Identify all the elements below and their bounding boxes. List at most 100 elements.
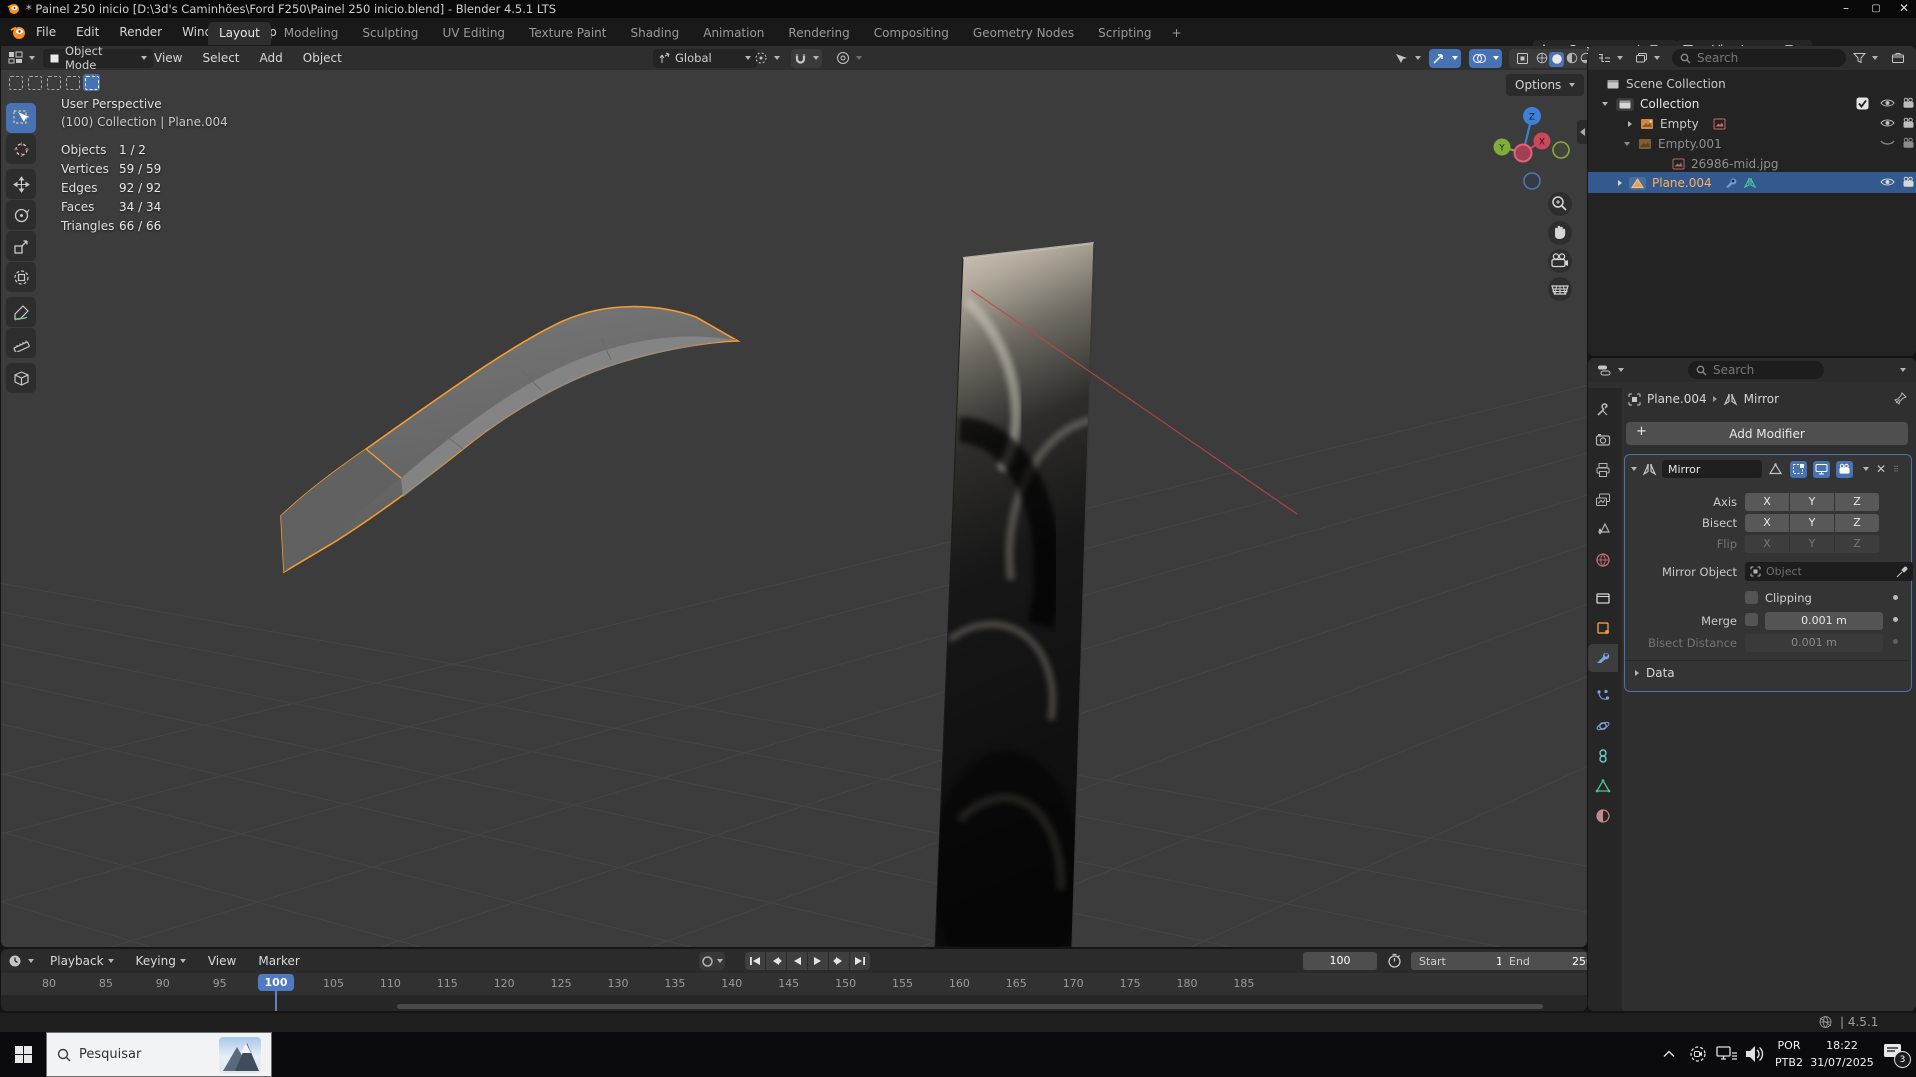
transform-tool[interactable] (6, 262, 36, 292)
workspace-tab-sculpting[interactable]: Sculpting (351, 22, 429, 45)
timeline-scrollbar[interactable] (397, 1004, 1543, 1009)
show-in-viewport-toggle[interactable] (1813, 460, 1830, 478)
select-box-tool[interactable] (6, 103, 36, 133)
breadcrumb-object[interactable]: Plane.004 (1647, 392, 1707, 406)
viewport-menu-add[interactable]: Add (257, 51, 286, 65)
plane004-render-camera-icon[interactable] (1902, 176, 1915, 188)
editor-type-button[interactable] (5, 48, 38, 67)
toggle-xray-button[interactable] (1509, 48, 1535, 68)
jump-to-prev-keyframe-button[interactable] (766, 952, 786, 970)
workspace-tab-geometry-nodes[interactable]: Geometry Nodes (962, 22, 1085, 45)
plane004-expand-icon[interactable] (1618, 180, 1622, 186)
properties-tab-modifiers[interactable] (1588, 644, 1618, 672)
transform-orientation-dropdown[interactable]: Global (653, 48, 757, 68)
frame-start-field[interactable]: Start 1 (1411, 952, 1511, 970)
current-frame-field[interactable]: 100 (1303, 952, 1377, 970)
outliner-search-input[interactable]: Search (1672, 49, 1846, 67)
mirror-bisect-z-button[interactable]: Z (1835, 514, 1879, 532)
shading-solid-button[interactable] (1549, 51, 1564, 67)
outliner-row-plane004[interactable]: Plane.004 (1596, 173, 1916, 193)
properties-tab-physics[interactable] (1588, 712, 1618, 740)
jump-to-next-keyframe-button[interactable] (829, 952, 849, 970)
collection-expand-icon[interactable] (1602, 102, 1608, 106)
proportional-editing-dropdown[interactable] (833, 49, 865, 68)
annotate-tool[interactable] (6, 297, 36, 327)
timeline-ruler[interactable]: 80 85 90 95 105 110 115 120 125 130 135 140 145 150 15… (1, 973, 1587, 995)
mirror-axis-y-button[interactable]: Y (1790, 493, 1834, 511)
collection-render-camera-icon[interactable] (1902, 97, 1915, 109)
mirror-object-field[interactable]: Object (1745, 562, 1913, 581)
auto-keying-dropdown[interactable] (717, 959, 723, 963)
tray-meet-now-icon[interactable] (1688, 1044, 1708, 1064)
gizmo-center[interactable] (1513, 143, 1533, 163)
add-workspace-button[interactable]: + (1165, 22, 1189, 45)
start-button[interactable] (0, 1032, 46, 1077)
select-mode-extend-icon[interactable] (26, 74, 43, 91)
empty-render-camera-icon[interactable] (1902, 117, 1915, 129)
properties-tab-scene[interactable] (1588, 516, 1618, 544)
outliner-row-image-data[interactable]: 26986-mid.jpg (1596, 154, 1916, 174)
workspace-tab-scripting[interactable]: Scripting (1087, 22, 1162, 45)
jump-to-start-button[interactable] (745, 952, 765, 970)
properties-tab-data[interactable] (1588, 772, 1618, 800)
show-gizmo-dropdown[interactable] (1429, 48, 1461, 68)
empty001-expand-icon[interactable] (1624, 142, 1630, 146)
topbar-menu-render[interactable]: Render (113, 23, 168, 41)
add-cube-tool[interactable] (6, 363, 36, 393)
workspace-tab-modeling[interactable]: Modeling (273, 22, 350, 45)
camera-view-icon[interactable] (1548, 249, 1572, 273)
properties-tab-output[interactable] (1588, 456, 1618, 484)
properties-options-chevron[interactable] (1900, 368, 1906, 372)
viewport-menu-view[interactable]: View (151, 51, 185, 65)
bing-daily-image[interactable] (219, 1036, 261, 1073)
workspace-tab-texture-paint[interactable]: Texture Paint (518, 22, 617, 45)
outliner-filter-display-dropdown[interactable] (1632, 49, 1663, 68)
clipping-decorator-dot[interactable] (1893, 595, 1898, 600)
properties-search-input[interactable]: Search (1688, 361, 1824, 379)
show-in-render-toggle[interactable] (1836, 460, 1853, 478)
select-mode-intersect-icon[interactable] (83, 74, 100, 91)
clipping-checkbox[interactable] (1745, 591, 1758, 604)
timeline-menu-playback[interactable]: Playback (47, 954, 117, 968)
sidebar-collapse-arrow[interactable] (1577, 120, 1587, 144)
cursor-tool[interactable] (6, 134, 36, 164)
object-visibility-dropdown[interactable] (1391, 49, 1424, 68)
timeline-menu-keying[interactable]: Keying (133, 954, 189, 968)
outliner-row-empty001[interactable]: Empty.001 (1596, 134, 1916, 154)
tray-volume-icon[interactable] (1744, 1044, 1766, 1064)
mesh-object-plane004[interactable] (280, 305, 741, 574)
use-preview-range-icon[interactable] (1387, 953, 1402, 968)
select-mode-invert-icon[interactable] (64, 74, 81, 91)
tray-language-indicator[interactable]: POR PTB2 (1772, 1037, 1806, 1071)
properties-tab-view-layer[interactable] (1588, 486, 1618, 514)
add-modifier-button[interactable]: + Add Modifier (1626, 422, 1908, 445)
drag-handle-icon[interactable]: ⠿ (1893, 465, 1900, 474)
show-overlays-dropdown[interactable] (1469, 48, 1502, 68)
snap-magnet-dropdown[interactable] (791, 48, 822, 68)
properties-tab-collection[interactable] (1588, 584, 1618, 612)
eyedropper-icon[interactable] (1896, 565, 1908, 578)
outliner-display-mode-dropdown[interactable] (1594, 49, 1626, 68)
mirror-axis-x-button[interactable]: X (1745, 493, 1789, 511)
outliner-row-empty[interactable]: Empty (1596, 114, 1916, 134)
tray-network-icon[interactable] (1716, 1045, 1738, 1063)
perspective-toggle-icon[interactable] (1548, 277, 1572, 301)
measure-tool[interactable] (6, 328, 36, 358)
properties-editor-type-button[interactable] (1594, 361, 1627, 380)
auto-keying-toggle[interactable] (701, 955, 714, 968)
properties-tab-material[interactable] (1588, 802, 1618, 830)
pin-id-icon[interactable] (1894, 392, 1907, 405)
properties-tab-world[interactable] (1588, 546, 1618, 574)
workspace-tab-uv-editing[interactable]: UV Editing (431, 22, 516, 45)
shading-rendered-button[interactable] (1579, 52, 1587, 64)
timeline-menu-marker[interactable]: Marker (255, 954, 302, 968)
minimize-button[interactable]: – (1832, 0, 1860, 18)
merge-checkbox[interactable] (1745, 613, 1758, 626)
collection-hide-eye-icon[interactable] (1880, 97, 1895, 109)
modifier-extras-dropdown[interactable] (1863, 467, 1869, 471)
outliner-row-scene-collection[interactable]: Scene Collection (1596, 74, 1916, 94)
delete-modifier-icon[interactable]: ✕ (1876, 462, 1886, 476)
gizmo-axis-x-neg[interactable] (1552, 141, 1570, 159)
new-collection-button[interactable] (1888, 49, 1908, 68)
playhead-line[interactable] (275, 989, 277, 1011)
